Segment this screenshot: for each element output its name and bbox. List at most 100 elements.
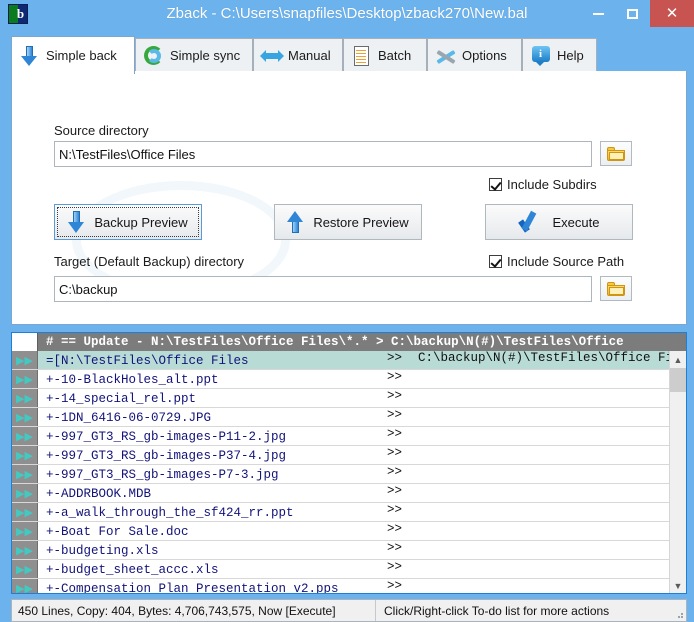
table-row[interactable]: ▶▶ +-997_GT3_RS_gb-images-P37-4.jpg >> xyxy=(12,446,671,465)
double-chevron-icon[interactable]: ▶▶ xyxy=(12,351,38,369)
todo-row-arrows: >> xyxy=(387,426,403,441)
todo-row-arrows: >> xyxy=(387,351,403,365)
maximize-icon xyxy=(626,8,638,19)
document-list-icon xyxy=(350,44,374,68)
todo-row-name: +-a_walk_through_the_sf424_rr.ppt xyxy=(46,505,294,520)
down-arrow-icon xyxy=(68,210,85,234)
todo-list-header-text: # == Update - N:\TestFiles\Office Files\… xyxy=(46,335,624,349)
tab-batch[interactable]: Batch xyxy=(343,38,427,72)
status-hint: Click/Right-click To-do list for more ac… xyxy=(384,603,610,618)
double-chevron-icon[interactable]: ▶▶ xyxy=(12,370,38,388)
status-stats: 450 Lines, Copy: 404, Bytes: 4,706,743,5… xyxy=(12,600,376,621)
double-chevron-icon[interactable]: ▶▶ xyxy=(12,579,38,593)
sync-arrows-icon xyxy=(142,44,166,68)
checkbox-box xyxy=(489,178,502,191)
close-button[interactable]: ✕ xyxy=(650,0,694,27)
button-label: Backup Preview xyxy=(94,214,188,230)
include-subdirs-checkbox[interactable]: Include Subdirs xyxy=(489,177,597,192)
up-arrow-icon xyxy=(287,210,304,234)
target-browse-button[interactable] xyxy=(600,276,632,301)
tab-label: Simple sync xyxy=(170,48,241,63)
todo-row-arrows: >> xyxy=(387,521,403,536)
double-chevron-icon[interactable]: ▶▶ xyxy=(12,484,38,502)
double-chevron-icon[interactable]: ▶▶ xyxy=(12,503,38,521)
todo-row-name: +-14_special_rel.ppt xyxy=(46,391,197,406)
double-chevron-icon[interactable]: ▶▶ xyxy=(12,408,38,426)
todo-row-name: +-997_GT3_RS_gb-images-P37-4.jpg xyxy=(46,448,287,463)
tab-label: Batch xyxy=(378,48,412,63)
todo-row-arrows: >> xyxy=(387,483,403,498)
info-balloon-icon: i xyxy=(529,44,553,68)
left-right-arrow-icon xyxy=(260,44,284,68)
maximize-button[interactable] xyxy=(616,0,648,27)
table-row[interactable]: ▶▶ +-budgeting.xls >> xyxy=(12,541,671,560)
tab-simple-back[interactable]: Simple back xyxy=(11,36,135,74)
tab-label: Manual xyxy=(288,48,331,63)
todo-row-name: +-997_GT3_RS_gb-images-P7-3.jpg xyxy=(46,467,279,482)
include-source-path-checkbox[interactable]: Include Source Path xyxy=(489,254,624,269)
double-chevron-icon[interactable]: ▶▶ xyxy=(12,522,38,540)
table-row[interactable]: ▶▶ +-ADDRBOOK.MDB >> xyxy=(12,484,671,503)
blue-check-icon xyxy=(519,211,543,233)
todo-list-header: # == Update - N:\TestFiles\Office Files\… xyxy=(12,333,686,351)
todo-row-arrows: >> xyxy=(387,559,403,574)
source-browse-button[interactable] xyxy=(600,141,632,166)
double-chevron-icon[interactable]: ▶▶ xyxy=(12,389,38,407)
backup-preview-button[interactable]: Backup Preview xyxy=(54,204,202,240)
double-chevron-icon[interactable]: ▶▶ xyxy=(12,465,38,483)
todo-row-arrows: >> xyxy=(387,502,403,517)
chevron-down-icon[interactable]: ▼ xyxy=(670,577,686,593)
todo-row-dest: C:\backup\N(#)\TestFiles\Office Files xyxy=(418,351,671,365)
table-row[interactable]: ▶▶ +-Boat For Sale.doc >> xyxy=(12,522,671,541)
table-row[interactable]: ▶▶ =[N:\TestFiles\Office Files >> C:\backup… xyxy=(12,351,671,370)
folder-icon xyxy=(607,281,625,296)
todo-row-arrows: >> xyxy=(387,464,403,479)
minimize-icon xyxy=(592,12,604,15)
tab-label: Help xyxy=(557,48,584,63)
table-row[interactable]: ▶▶ +-10-BlackHoles_alt.ppt >> xyxy=(12,370,671,389)
double-chevron-icon[interactable]: ▶▶ xyxy=(12,427,38,445)
chevron-up-icon[interactable]: ▲ xyxy=(670,351,686,368)
scrollbar-thumb[interactable] xyxy=(670,368,686,392)
double-chevron-icon[interactable]: ▶▶ xyxy=(12,560,38,578)
tab-label: Simple back xyxy=(46,48,117,63)
resize-grip[interactable] xyxy=(674,609,684,619)
folder-icon xyxy=(607,146,625,161)
table-row[interactable]: ▶▶ +-997_GT3_RS_gb-images-P11-2.jpg >> xyxy=(12,427,671,446)
target-directory-input[interactable] xyxy=(54,276,592,302)
simple-back-panel: Source directory Include Subdirs Backup … xyxy=(11,71,687,325)
table-row[interactable]: ▶▶ +-997_GT3_RS_gb-images-P7-3.jpg >> xyxy=(12,465,671,484)
tab-options[interactable]: Options xyxy=(427,38,522,72)
todo-row-arrows: >> xyxy=(387,407,403,422)
double-chevron-icon[interactable]: ▶▶ xyxy=(12,446,38,464)
todo-row-name: +-Compensation_Plan_Presentation_v2.pps xyxy=(46,581,339,594)
todo-row-name: +-Boat For Sale.doc xyxy=(46,524,189,539)
tab-simple-sync[interactable]: Simple sync xyxy=(135,38,253,72)
restore-preview-button[interactable]: Restore Preview xyxy=(274,204,422,240)
todo-list-rows[interactable]: ▶▶ =[N:\TestFiles\Office Files >> C:\backup… xyxy=(12,351,671,594)
button-label: Restore Preview xyxy=(313,214,409,230)
include-subdirs-label: Include Subdirs xyxy=(507,177,597,192)
tab-manual[interactable]: Manual xyxy=(253,38,343,72)
header-corner xyxy=(12,333,38,351)
todo-row-name: +-997_GT3_RS_gb-images-P11-2.jpg xyxy=(46,429,287,444)
todo-row-name: +-budget_sheet_accc.xls xyxy=(46,562,219,577)
todo-row-name: +-budgeting.xls xyxy=(46,543,159,558)
tab-help[interactable]: i Help xyxy=(522,38,597,72)
todo-row-name: +-10-BlackHoles_alt.ppt xyxy=(46,372,219,387)
table-row[interactable]: ▶▶ +-14_special_rel.ppt >> xyxy=(12,389,671,408)
table-row[interactable]: ▶▶ +-Compensation_Plan_Presentation_v2.pp… xyxy=(12,579,671,594)
double-chevron-icon[interactable]: ▶▶ xyxy=(12,541,38,559)
title-bar: b Zback - C:\Users\snapfiles\Desktop\zba… xyxy=(0,0,694,28)
minimize-button[interactable] xyxy=(582,0,614,27)
table-row[interactable]: ▶▶ +-budget_sheet_accc.xls >> xyxy=(12,560,671,579)
target-directory-label: Target (Default Backup) directory xyxy=(54,254,245,269)
execute-button[interactable]: Execute xyxy=(485,204,633,240)
todo-list[interactable]: # == Update - N:\TestFiles\Office Files\… xyxy=(11,332,687,594)
table-row[interactable]: ▶▶ +-a_walk_through_the_sf424_rr.ppt >> xyxy=(12,503,671,522)
source-directory-input[interactable] xyxy=(54,141,592,167)
todo-row-arrows: >> xyxy=(387,445,403,460)
todo-list-scrollbar[interactable]: ▲ ▼ xyxy=(669,351,686,593)
tools-icon xyxy=(434,44,458,68)
table-row[interactable]: ▶▶ +-1DN_6416-06-0729.JPG >> xyxy=(12,408,671,427)
